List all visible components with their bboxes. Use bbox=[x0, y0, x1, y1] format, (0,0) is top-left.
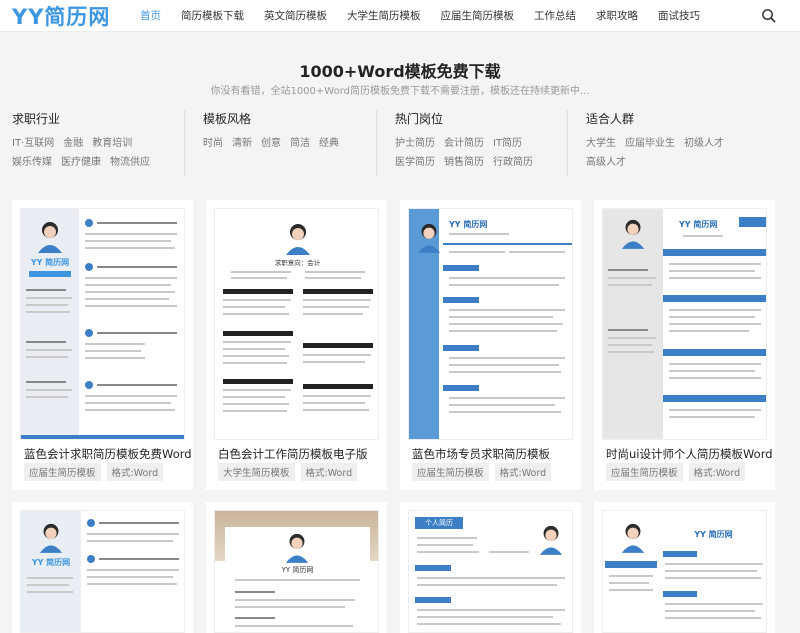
logo-mark: YY简历网 bbox=[12, 4, 111, 29]
format-badge: 格式:Word bbox=[106, 463, 164, 481]
thumb-header: 个人简历 bbox=[415, 517, 463, 529]
filter-tag[interactable]: 医学简历 bbox=[395, 153, 435, 172]
filter-tag[interactable]: 医疗健康 bbox=[61, 153, 101, 172]
format-badge: 格式:Word bbox=[300, 463, 358, 481]
filter-title: 求职行业 bbox=[12, 112, 61, 126]
nav-college[interactable]: 大学生简历模板 bbox=[347, 0, 421, 32]
filter-tag[interactable]: 护士简历 bbox=[395, 134, 435, 153]
filter-title: 模板风格 bbox=[203, 112, 252, 126]
filter-tag[interactable]: 创意 bbox=[261, 134, 281, 153]
page-title: 1000+Word模板免费下载 bbox=[299, 62, 501, 81]
top-nav-bar: YY简历网 首页 简历模板下载 英文简历模板 大学生简历模板 应届生简历模板 工… bbox=[0, 0, 800, 32]
template-title[interactable]: 蓝色会计求职简历模板免费Word bbox=[24, 446, 192, 462]
template-title[interactable]: 时尚ui设计师个人简历模板Word bbox=[606, 446, 773, 462]
template-thumbnail[interactable]: YY 简历网 bbox=[20, 208, 185, 440]
filter-tag[interactable]: 娱乐传媒 bbox=[12, 153, 52, 172]
filter-style: 模板风格 时尚 清新 创意 简洁 经典 bbox=[184, 110, 378, 176]
page-subtitle: 你没有看错，全站1000+Word简历模板免费下载不需要注册，模板还在持续更新中… bbox=[210, 86, 590, 97]
nav-english[interactable]: 英文简历模板 bbox=[264, 0, 327, 32]
filter-industry: 求职行业 IT·互联网 金融 教育培训 娱乐传媒 医疗健康 物流供应 bbox=[12, 110, 187, 176]
nav-graduate[interactable]: 应届生简历模板 bbox=[441, 0, 515, 32]
main-nav: 首页 简历模板下载 英文简历模板 大学生简历模板 应届生简历模板 工作总结 求职… bbox=[140, 0, 720, 32]
category-badge[interactable]: 应届生简历模板 bbox=[606, 463, 683, 481]
nav-work-summary[interactable]: 工作总结 bbox=[534, 0, 576, 32]
avatar bbox=[621, 219, 645, 249]
filter-tag[interactable]: IT简历 bbox=[493, 134, 522, 153]
template-card[interactable]: 求职意向：会计 白色会计工作简历模板电子版 大学生简历模板 格式:Word bbox=[206, 200, 387, 490]
filter-tag[interactable]: 行政简历 bbox=[493, 153, 533, 172]
filter-tag[interactable]: 简洁 bbox=[290, 134, 310, 153]
filter-tag[interactable]: 清新 bbox=[232, 134, 252, 153]
thumb-name: YY 简历网 bbox=[30, 258, 70, 267]
template-thumbnail[interactable]: YY 简历网 bbox=[408, 208, 573, 440]
filter-audience: 适合人群 大学生 应届毕业生 初级人才 高级人才 bbox=[567, 110, 761, 176]
nav-interview[interactable]: 面试技巧 bbox=[658, 0, 700, 32]
category-badge[interactable]: 大学生简历模板 bbox=[218, 463, 295, 481]
template-title[interactable]: 白色会计工作简历模板电子版 bbox=[218, 446, 368, 462]
avatar bbox=[417, 223, 441, 253]
template-thumbnail[interactable]: YY 简历网 bbox=[214, 510, 379, 633]
filter-tag[interactable]: 销售简历 bbox=[444, 153, 484, 172]
avatar bbox=[286, 224, 310, 255]
filter-tag[interactable]: 会计简历 bbox=[444, 134, 484, 153]
template-thumbnail[interactable]: 个人简历 bbox=[408, 510, 573, 633]
avatar bbox=[539, 525, 563, 555]
avatar bbox=[285, 533, 309, 563]
template-title[interactable]: 蓝色市场专员求职简历模板 bbox=[412, 446, 550, 462]
template-card[interactable]: YY 简历网 时尚ui设计师个人简历模板Word 应届生简历模板 格式:Word bbox=[594, 200, 775, 490]
template-thumbnail[interactable]: YY 简历网 bbox=[20, 510, 185, 633]
avatar bbox=[621, 523, 645, 553]
filter-title: 热门岗位 bbox=[395, 112, 444, 126]
filter-tag[interactable]: 初级人才 bbox=[684, 134, 724, 153]
filter-tag[interactable]: 物流供应 bbox=[110, 153, 150, 172]
filter-tag[interactable]: 教育培训 bbox=[92, 134, 132, 153]
thumb-name: YY 简历网 bbox=[281, 566, 314, 574]
nav-templates[interactable]: 简历模板下载 bbox=[181, 0, 244, 32]
template-card[interactable]: YY 简历网 蓝色会计求职简历模板免费Word 应届生简历模板 格式:Word bbox=[12, 200, 193, 490]
template-thumbnail[interactable]: YY 简历网 bbox=[602, 510, 767, 633]
nav-home[interactable]: 首页 bbox=[140, 0, 161, 32]
thumb-name: YY 简历网 bbox=[679, 220, 718, 229]
template-thumbnail[interactable]: 求职意向：会计 bbox=[214, 208, 379, 440]
filter-tag[interactable]: 经典 bbox=[319, 134, 339, 153]
search-icon[interactable] bbox=[761, 8, 776, 23]
template-card[interactable]: YY 简历网 蓝色市场专员求职简历模板 应届生简历模板 格式:Word bbox=[400, 200, 581, 490]
format-badge: 格式:Word bbox=[494, 463, 552, 481]
filter-tag[interactable]: 应届毕业生 bbox=[625, 134, 675, 153]
avatar bbox=[39, 523, 63, 553]
template-card[interactable]: YY 简历网 bbox=[594, 502, 775, 633]
thumb-name: YY 简历网 bbox=[449, 220, 488, 229]
site-logo[interactable]: YY简历网 bbox=[12, 1, 130, 31]
filter-tag[interactable]: IT·互联网 bbox=[12, 134, 54, 153]
filter-title: 适合人群 bbox=[586, 112, 635, 126]
format-badge: 格式:Word bbox=[688, 463, 746, 481]
filter-tag[interactable]: 时尚 bbox=[203, 134, 223, 153]
template-thumbnail[interactable]: YY 简历网 bbox=[602, 208, 767, 440]
thumb-objective: 求职意向：会计 bbox=[274, 259, 321, 267]
filter-tag[interactable]: 高级人才 bbox=[586, 153, 626, 172]
template-card[interactable]: 个人简历 bbox=[400, 502, 581, 633]
template-card[interactable]: YY 简历网 bbox=[12, 502, 193, 633]
nav-job-tips[interactable]: 求职攻略 bbox=[596, 0, 638, 32]
filter-position: 热门岗位 护士简历 会计简历 IT简历 医学简历 销售简历 行政简历 bbox=[376, 110, 570, 176]
thumb-name: YY 简历网 bbox=[31, 558, 71, 567]
thumb-name: YY 简历网 bbox=[694, 530, 733, 539]
avatar bbox=[38, 222, 62, 253]
template-card[interactable]: YY 简历网 bbox=[206, 502, 387, 633]
filter-panel: 求职行业 IT·互联网 金融 教育培训 娱乐传媒 医疗健康 物流供应 模板风格 … bbox=[0, 110, 800, 176]
category-badge[interactable]: 应届生简历模板 bbox=[24, 463, 101, 481]
category-badge[interactable]: 应届生简历模板 bbox=[412, 463, 489, 481]
filter-tag[interactable]: 大学生 bbox=[586, 134, 616, 153]
filter-tag[interactable]: 金融 bbox=[63, 134, 83, 153]
